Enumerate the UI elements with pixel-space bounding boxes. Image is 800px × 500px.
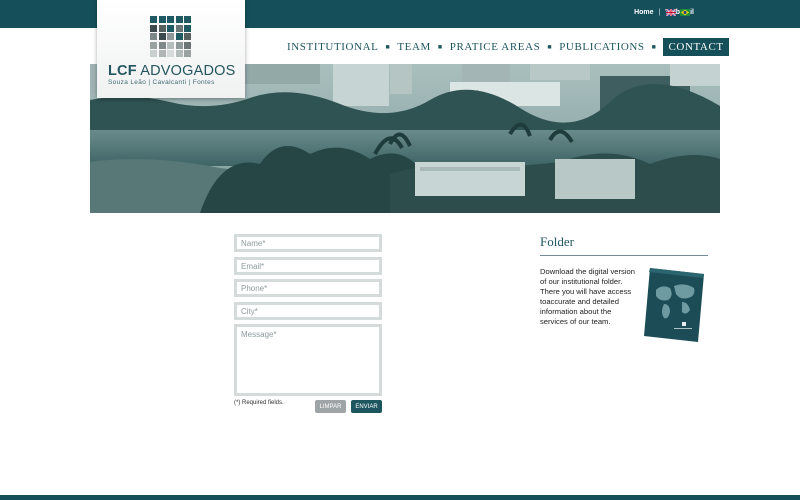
nav-item-team[interactable]: TEAM	[397, 41, 431, 53]
nav-item-publications[interactable]: PUBLICATIONS	[559, 41, 644, 53]
folder-download-icon[interactable]	[642, 266, 706, 344]
send-button[interactable]: ENVIAR	[351, 400, 382, 413]
logo-name-rest: ADVOGADOS	[136, 63, 236, 79]
uk-flag-icon[interactable]	[666, 9, 676, 16]
logo-name-bold: LCF	[108, 63, 137, 79]
message-field[interactable]	[234, 324, 382, 396]
logo-mark-icon	[150, 16, 191, 57]
folder-description: Download the digital version of our inst…	[540, 267, 635, 326]
nav-separator: ■	[651, 43, 657, 51]
nav-item-contact[interactable]: CONTACT	[663, 38, 729, 56]
folder-divider	[540, 255, 708, 256]
top-links-separator: |	[658, 9, 661, 16]
name-field[interactable]	[234, 234, 382, 252]
clear-button[interactable]: LIMPAR	[315, 400, 346, 413]
company-logo[interactable]: LCF ADVOGADOS Souza Leão | Cavalcanti | …	[97, 0, 245, 98]
nav-item-institutional[interactable]: INSTITUTIONAL	[287, 41, 379, 53]
nav-separator: ■	[547, 43, 553, 51]
logo-name: LCF ADVOGADOS	[108, 63, 236, 79]
bottom-bar	[0, 495, 800, 500]
language-flags	[666, 9, 690, 16]
nav-item-pratice-areas[interactable]: PRATICE AREAS	[450, 41, 541, 53]
main-nav: INSTITUTIONAL ■ TEAM ■ PRATICE AREAS ■ P…	[287, 38, 729, 56]
phone-field[interactable]	[234, 279, 382, 297]
required-note: (*) Required fields.	[234, 400, 284, 406]
nav-separator: ■	[437, 43, 443, 51]
city-field[interactable]	[234, 302, 382, 320]
logo-subtitle: Souza Leão | Cavalcanti | Fontes	[108, 79, 215, 86]
nav-separator: ■	[385, 43, 391, 51]
folder-title: Folder	[540, 234, 574, 249]
brazil-flag-icon[interactable]	[680, 9, 690, 16]
email-field[interactable]	[234, 257, 382, 275]
page: Home | Webmail LCF ADVOGADOS Souza Leão …	[0, 0, 800, 500]
home-link[interactable]: Home	[634, 9, 653, 16]
